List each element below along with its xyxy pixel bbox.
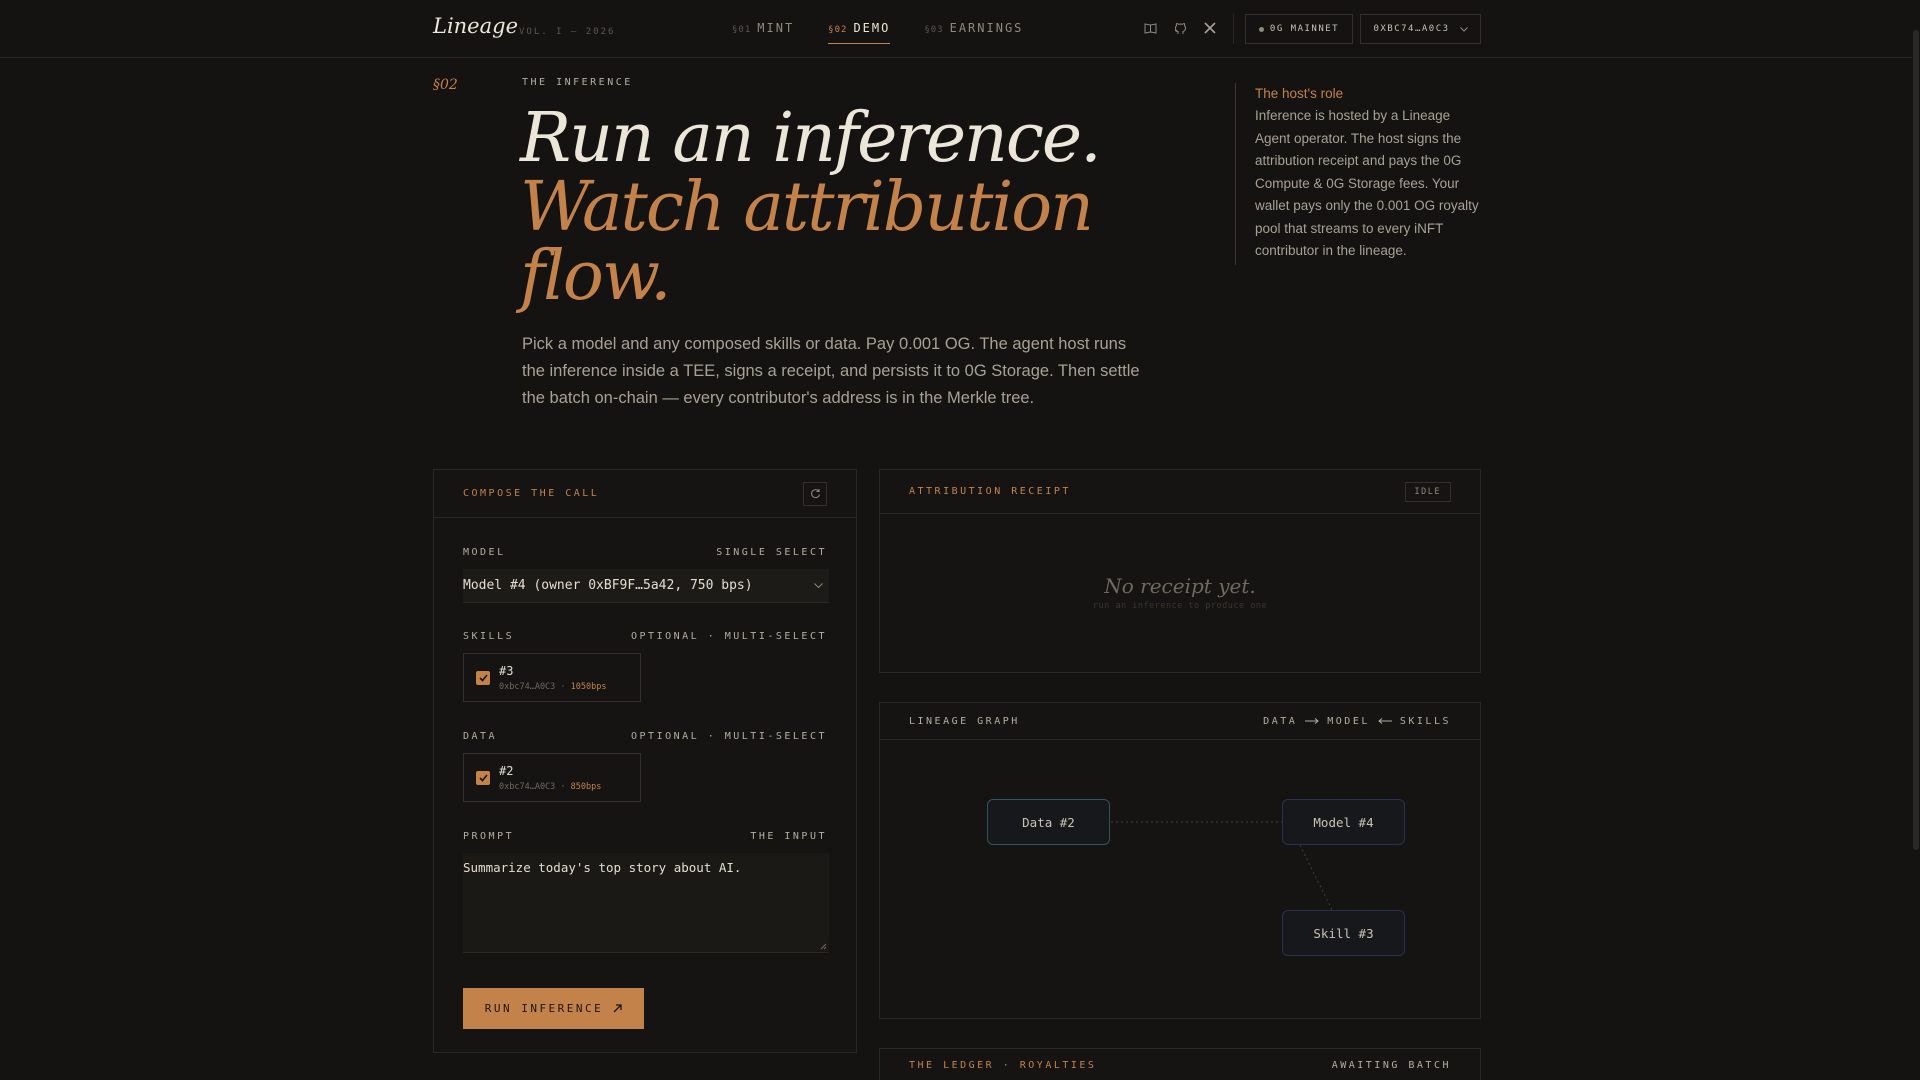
section-eyebrow: THE INFERENCE bbox=[522, 77, 633, 88]
skill-checkbox[interactable] bbox=[476, 670, 490, 685]
nav-label: MINT bbox=[757, 21, 795, 35]
network-status-icon bbox=[1258, 26, 1264, 32]
legend-skills: SKILLS bbox=[1399, 715, 1451, 727]
legend-data: DATA bbox=[1263, 715, 1298, 727]
page-title: Run an inference. Watch attribution flow… bbox=[520, 104, 1180, 311]
wallet-address: 0XBC74…A0C3 bbox=[1373, 24, 1450, 34]
model-select-value: Model #4 (owner 0xBF9F…5a42, 750 bps) bbox=[463, 578, 753, 593]
prompt-textarea[interactable]: Summarize today's top story about AI. bbox=[463, 853, 829, 953]
book-icon[interactable] bbox=[1142, 20, 1158, 36]
ledger-panel: THE LEDGER · ROYALTIES AWAITING BATCH bbox=[879, 1048, 1481, 1080]
arrow-left-icon bbox=[1378, 718, 1392, 724]
run-inference-button[interactable]: RUN INFERENCE bbox=[463, 988, 644, 1029]
graph-node-model[interactable]: Model #4 bbox=[1282, 799, 1405, 845]
arrow-up-right-icon bbox=[613, 1004, 622, 1013]
run-inference-label: RUN INFERENCE bbox=[484, 1002, 604, 1015]
refresh-button[interactable] bbox=[803, 481, 827, 506]
chevron-down-icon bbox=[1459, 26, 1468, 32]
network-button[interactable]: 0G MAINNET bbox=[1245, 14, 1353, 44]
status-badge: IDLE bbox=[1404, 481, 1451, 502]
data-field-label: DATA OPTIONAL · MULTI-SELECT bbox=[463, 731, 827, 742]
legend-model: MODEL bbox=[1327, 715, 1370, 727]
graph-node-skill[interactable]: Skill #3 bbox=[1282, 910, 1405, 956]
main-nav: §01 MINT §02 DEMO §03 EARNINGS bbox=[732, 21, 1023, 44]
data-id: #2 bbox=[499, 763, 514, 778]
skill-id: #3 bbox=[499, 663, 514, 678]
title-line-2: Watch attribution flow. bbox=[520, 168, 1094, 316]
model-hint: SINGLE SELECT bbox=[716, 547, 827, 558]
host-role-title: The host's role bbox=[1255, 86, 1344, 101]
header-divider bbox=[1233, 14, 1234, 44]
title-line-1: Run an inference. bbox=[520, 99, 1102, 178]
page-scrollbar[interactable] bbox=[1912, 0, 1920, 1080]
page-description: Pick a model and any composed skills or … bbox=[522, 335, 1140, 407]
prompt-field-label: PROMPT THE INPUT bbox=[463, 831, 827, 842]
nav-item-demo[interactable]: §02 DEMO bbox=[828, 21, 891, 44]
prompt-value: Summarize today's top story about AI. bbox=[463, 860, 742, 875]
refresh-icon bbox=[810, 489, 820, 499]
nav-item-earnings[interactable]: §03 EARNINGS bbox=[924, 21, 1023, 44]
graph-node-data[interactable]: Data #2 bbox=[987, 799, 1110, 845]
check-icon bbox=[478, 673, 488, 682]
graph-panel-title: LINEAGE GRAPH bbox=[909, 715, 1020, 727]
skill-bps: 1050bps bbox=[570, 681, 607, 692]
receipt-panel-header: ATTRIBUTION RECEIPT IDLE bbox=[880, 470, 1480, 514]
edge-skill-model bbox=[1299, 844, 1333, 911]
wallet-button[interactable]: 0XBC74…A0C3 bbox=[1360, 14, 1481, 44]
x-icon[interactable] bbox=[1202, 20, 1218, 36]
prompt-hint: THE INPUT bbox=[750, 831, 827, 842]
host-role-text: Inference is hosted by a Lineage Agent o… bbox=[1255, 108, 1479, 258]
header-icons bbox=[1142, 20, 1218, 36]
ledger-panel-header: THE LEDGER · ROYALTIES AWAITING BATCH bbox=[880, 1049, 1480, 1080]
section-number: §02 bbox=[433, 77, 458, 93]
skills-label: SKILLS bbox=[463, 631, 515, 642]
resize-handle-icon[interactable] bbox=[820, 943, 827, 950]
brand-logo[interactable]: Lineage bbox=[433, 14, 518, 38]
receipt-panel: ATTRIBUTION RECEIPT IDLE No receipt yet.… bbox=[879, 469, 1481, 673]
lineage-graph-panel: LINEAGE GRAPH DATA MODEL SKILLS Data #2 … bbox=[879, 702, 1481, 1019]
receipt-panel-title: ATTRIBUTION RECEIPT bbox=[909, 486, 1071, 497]
skills-field-label: SKILLS OPTIONAL · MULTI-SELECT bbox=[463, 631, 827, 642]
data-checkbox[interactable] bbox=[476, 770, 490, 785]
compose-panel-header: COMPOSE THE CALL bbox=[434, 470, 856, 518]
brand-volume: VOL. I — 2026 bbox=[519, 27, 616, 37]
nav-label: DEMO bbox=[853, 21, 891, 35]
skill-meta: 0xbc74…A0C3 · 1050bps bbox=[499, 681, 607, 692]
graph-panel-header: LINEAGE GRAPH DATA MODEL SKILLS bbox=[880, 703, 1480, 740]
prompt-label: PROMPT bbox=[463, 831, 515, 842]
data-option-card[interactable]: #2 0xbc74…A0C3 · 850bps bbox=[463, 753, 641, 802]
graph-edges bbox=[1111, 821, 1333, 911]
data-label: DATA bbox=[463, 731, 498, 742]
model-label: MODEL bbox=[463, 547, 506, 558]
nav-section-number: §03 bbox=[924, 25, 944, 35]
arrow-right-icon bbox=[1305, 718, 1320, 724]
nav-item-mint[interactable]: §01 MINT bbox=[732, 21, 794, 44]
model-select[interactable]: Model #4 (owner 0xBF9F…5a42, 750 bps) bbox=[463, 569, 829, 603]
chevron-down-icon bbox=[814, 582, 823, 588]
graph-legend: DATA MODEL SKILLS bbox=[1263, 716, 1451, 727]
nav-label: EARNINGS bbox=[949, 21, 1024, 35]
scrollbar-thumb[interactable] bbox=[1913, 30, 1919, 850]
empty-state-subtitle: run an inference to produce one bbox=[1092, 601, 1268, 611]
host-role-note: The host's role Inference is hosted by a… bbox=[1235, 83, 1481, 265]
data-hint: OPTIONAL · MULTI-SELECT bbox=[631, 731, 827, 742]
data-meta: 0xbc74…A0C3 · 850bps bbox=[499, 781, 602, 792]
nav-section-number: §02 bbox=[828, 25, 848, 35]
compose-panel-title: COMPOSE THE CALL bbox=[463, 488, 600, 499]
model-field-label: MODEL SINGLE SELECT bbox=[463, 547, 827, 558]
network-label: 0G MAINNET bbox=[1269, 24, 1340, 34]
data-owner: 0xbc74…A0C3 bbox=[499, 781, 556, 792]
skill-owner: 0xbc74…A0C3 bbox=[499, 681, 556, 692]
data-bps: 850bps bbox=[570, 781, 602, 792]
check-icon bbox=[478, 773, 488, 782]
skill-option-card[interactable]: #3 0xbc74…A0C3 · 1050bps bbox=[463, 653, 641, 702]
github-icon[interactable] bbox=[1172, 20, 1188, 36]
empty-state-title: No receipt yet. bbox=[1104, 574, 1256, 598]
compose-panel: COMPOSE THE CALL MODEL SINGLE SELECT Mod… bbox=[433, 469, 857, 1053]
top-bar: Lineage VOL. I — 2026 §01 MINT §02 DEMO … bbox=[0, 0, 1920, 58]
ledger-status: AWAITING BATCH bbox=[1331, 1060, 1451, 1071]
skills-hint: OPTIONAL · MULTI-SELECT bbox=[631, 631, 827, 642]
ledger-panel-title: THE LEDGER · ROYALTIES bbox=[909, 1060, 1097, 1071]
nav-section-number: §01 bbox=[732, 25, 752, 35]
